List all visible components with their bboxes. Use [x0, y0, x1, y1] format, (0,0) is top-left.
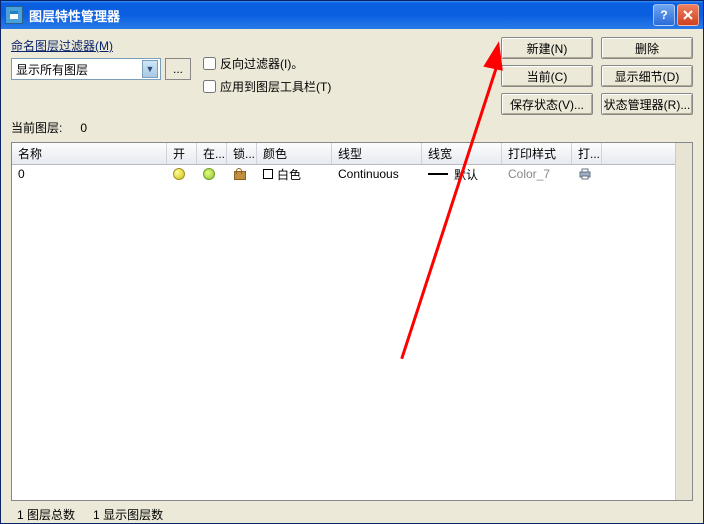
cell-lineweight[interactable]: 默认 [422, 166, 502, 183]
current-layer-label: 当前图层: [11, 119, 62, 136]
col-print[interactable]: 打... [572, 143, 602, 164]
titlebar: 图层特性管理器 ? [1, 1, 703, 29]
named-filter-link[interactable]: 命名图层过滤器(M) [11, 37, 191, 54]
col-lock[interactable]: 锁... [227, 143, 257, 164]
bulb-icon [173, 168, 185, 180]
col-name[interactable]: 名称 [12, 143, 167, 164]
invert-filter-checkbox[interactable]: 反向过滤器(I)。 [203, 55, 331, 72]
cell-freeze[interactable] [197, 168, 227, 180]
apply-toolbar-label: 应用到图层工具栏(T) [220, 78, 331, 95]
state-manager-button[interactable]: 状态管理器(R)... [601, 93, 693, 115]
shown-label: 显示图层数 [103, 508, 163, 522]
col-lineweight[interactable]: 线宽 [422, 143, 502, 164]
cell-lineweight-text: 默认 [454, 166, 478, 183]
save-state-button[interactable]: 保存状态(V)... [501, 93, 593, 115]
layer-table: 名称 开 在... 锁... 颜色 线型 线宽 打印样式 打... 0 [11, 142, 693, 501]
filter-select-value: 显示所有图层 [16, 61, 88, 78]
new-button[interactable]: 新建(N) [501, 37, 593, 59]
show-detail-button[interactable]: 显示细节(D) [601, 65, 693, 87]
total-count: 1 [17, 508, 24, 522]
cell-color[interactable]: 白色 [257, 166, 332, 183]
color-swatch [263, 169, 273, 179]
invert-filter-input[interactable] [203, 57, 216, 70]
table-row[interactable]: 0 白色 Continuous 默认 Color_7 [12, 165, 675, 183]
table-header: 名称 开 在... 锁... 颜色 线型 线宽 打印样式 打... [12, 143, 675, 165]
help-button[interactable]: ? [653, 4, 675, 26]
total-label: 图层总数 [27, 508, 75, 522]
delete-button[interactable]: 删除 [601, 37, 693, 59]
filter-browse-button[interactable]: ... [165, 58, 191, 80]
shown-count: 1 [93, 508, 100, 522]
invert-filter-label: 反向过滤器(I)。 [220, 55, 303, 72]
lock-icon [233, 168, 245, 180]
chevron-down-icon: ▼ [142, 60, 158, 78]
cell-print[interactable] [572, 168, 602, 180]
cell-color-text: 白色 [277, 166, 301, 183]
cell-linetype[interactable]: Continuous [332, 167, 422, 181]
vertical-scrollbar[interactable] [675, 143, 692, 500]
col-color[interactable]: 颜色 [257, 143, 332, 164]
cell-plotstyle: Color_7 [502, 167, 572, 181]
col-linetype[interactable]: 线型 [332, 143, 422, 164]
sun-icon [203, 168, 215, 180]
printer-icon [578, 168, 592, 180]
current-layer-value: 0 [80, 121, 87, 135]
cell-on[interactable] [167, 168, 197, 180]
apply-toolbar-checkbox[interactable]: 应用到图层工具栏(T) [203, 78, 331, 95]
col-plotstyle[interactable]: 打印样式 [502, 143, 572, 164]
col-on[interactable]: 开 [167, 143, 197, 164]
window-title: 图层特性管理器 [29, 6, 651, 25]
lineweight-icon [428, 173, 448, 175]
current-button[interactable]: 当前(C) [501, 65, 593, 87]
current-layer-row: 当前图层: 0 [11, 115, 693, 142]
apply-toolbar-input[interactable] [203, 80, 216, 93]
cell-name: 0 [12, 167, 167, 181]
close-button[interactable] [677, 4, 699, 26]
status-bar: 1 图层总数 1 显示图层数 [11, 505, 693, 523]
filter-select[interactable]: 显示所有图层 ▼ [11, 58, 161, 80]
app-icon [5, 6, 23, 24]
table-body[interactable]: 0 白色 Continuous 默认 Color_7 [12, 165, 675, 500]
cell-lock[interactable] [227, 168, 257, 180]
col-freeze[interactable]: 在... [197, 143, 227, 164]
